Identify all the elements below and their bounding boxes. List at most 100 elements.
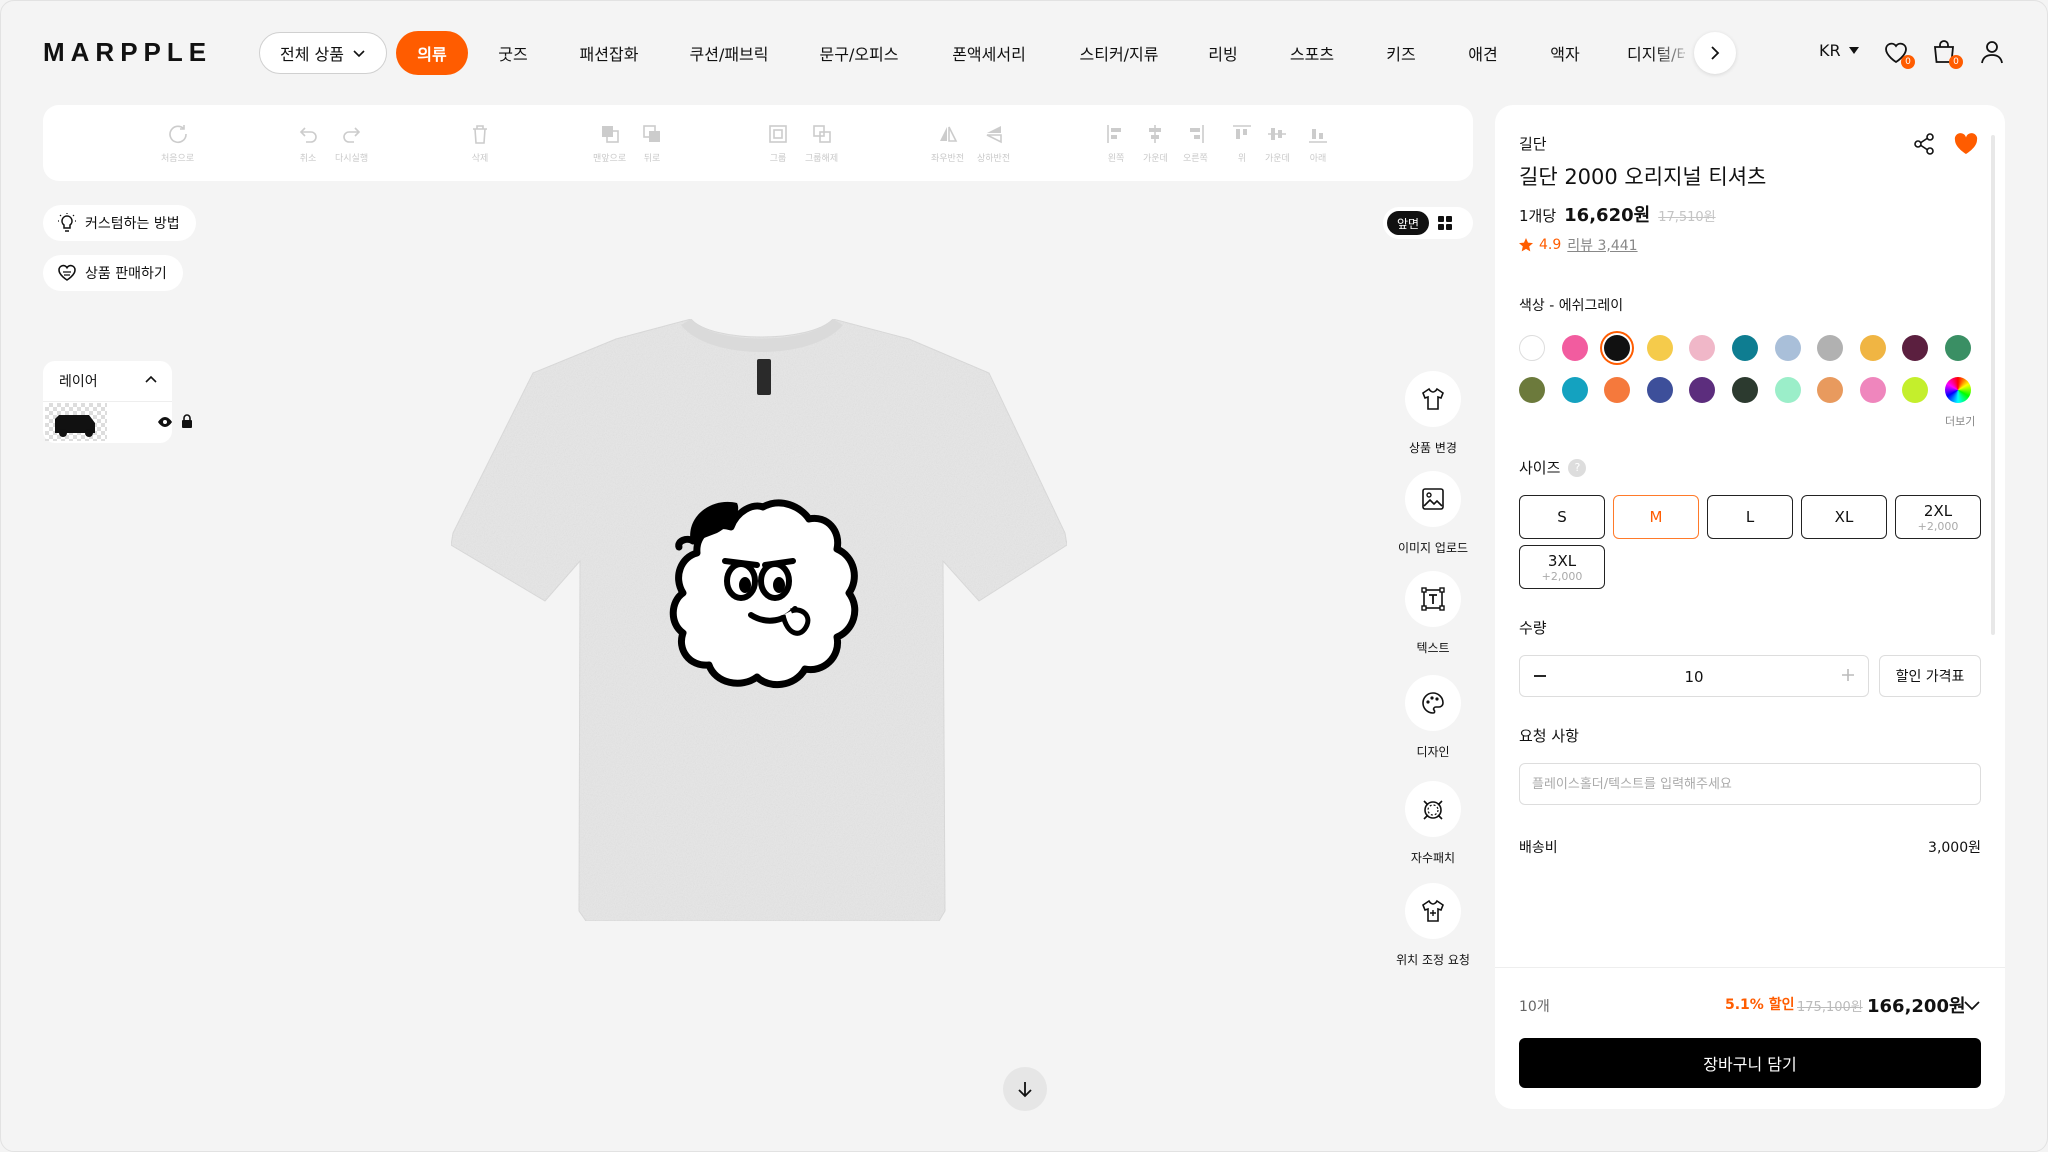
- category-fashion[interactable]: 패션잡화: [569, 31, 649, 75]
- chevron-down-icon[interactable]: [1963, 996, 1981, 1014]
- sell-product-button[interactable]: 상품 판매하기: [43, 255, 183, 291]
- color-swatch[interactable]: [1646, 335, 1673, 361]
- color-swatch[interactable]: [1561, 377, 1588, 403]
- account-button[interactable]: [1977, 37, 2009, 69]
- tshirt-mockup: [450, 318, 1068, 922]
- discount-table-button[interactable]: 할인 가격표: [1879, 655, 1981, 697]
- category-sports[interactable]: 스포츠: [1283, 31, 1341, 75]
- design-canvas[interactable]: [441, 301, 1081, 941]
- cart-button[interactable]: 0: [1929, 37, 1963, 69]
- all-products-button[interactable]: 전체 상품: [259, 32, 387, 74]
- size-option-xl[interactable]: XL: [1801, 495, 1887, 539]
- front-view-button[interactable]: 앞면: [1387, 211, 1430, 235]
- order-summary: 10개 5.1% 할인 175,100원 166,200원 장바구니 담기: [1495, 967, 2005, 1109]
- color-swatch[interactable]: [1646, 377, 1673, 403]
- size-option-l[interactable]: L: [1707, 495, 1793, 539]
- chevron-up-icon[interactable]: [144, 373, 158, 387]
- layer-thumbnail[interactable]: [45, 403, 107, 441]
- color-swatch[interactable]: [1689, 335, 1716, 361]
- wishlist-button[interactable]: 0: [1881, 37, 1915, 69]
- category-pet[interactable]: 애견: [1459, 31, 1507, 75]
- group-tool[interactable]: 그룹: [767, 123, 789, 164]
- reviews-link[interactable]: 리뷰 3,441: [1567, 235, 1637, 255]
- align-left-tool[interactable]: 왼쪽: [1105, 123, 1127, 164]
- quantity-increase-button[interactable]: [1840, 664, 1856, 692]
- eye-icon[interactable]: [157, 416, 173, 428]
- color-swatch[interactable]: [1902, 377, 1929, 403]
- color-swatch[interactable]: [1902, 335, 1929, 361]
- lock-icon[interactable]: [181, 414, 193, 428]
- color-swatch[interactable]: [1604, 335, 1631, 361]
- ungroup-tool[interactable]: 그룹해제: [805, 123, 838, 164]
- color-swatch[interactable]: [1732, 335, 1758, 361]
- color-swatch[interactable]: [1689, 377, 1716, 403]
- character-print: [669, 499, 859, 688]
- scroll-down-button[interactable]: [1003, 1067, 1047, 1111]
- category-living[interactable]: 리빙: [1199, 31, 1247, 75]
- color-swatch[interactable]: [1859, 377, 1886, 403]
- category-frame[interactable]: 액자: [1541, 31, 1589, 75]
- design-tool[interactable]: 디자인: [1405, 675, 1461, 760]
- share-icon[interactable]: [1911, 131, 1937, 157]
- category-stationery[interactable]: 문구/오피스: [809, 31, 909, 75]
- color-swatch[interactable]: [1561, 335, 1588, 361]
- align-top-tool[interactable]: 위: [1231, 123, 1253, 164]
- reset-tool[interactable]: 처음으로: [161, 123, 194, 164]
- change-product-tool[interactable]: 상품 변경: [1405, 371, 1461, 456]
- color-swatch[interactable]: [1519, 335, 1545, 361]
- category-phone[interactable]: 폰액세서리: [939, 31, 1039, 75]
- quantity-value[interactable]: 10: [1520, 668, 1868, 686]
- bring-front-tool[interactable]: 맨앞으로: [593, 123, 626, 164]
- logo[interactable]: MARPPLE: [43, 37, 212, 68]
- original-price: 17,510원: [1658, 210, 1716, 225]
- size-option-m[interactable]: M: [1613, 495, 1699, 539]
- align-center-tool[interactable]: 가운데: [1143, 123, 1168, 164]
- flip-horizontal-tool[interactable]: 좌우반전: [931, 123, 964, 164]
- size-help-icon[interactable]: ?: [1568, 458, 1587, 477]
- color-swatch[interactable]: [1817, 377, 1844, 403]
- heart-filled-icon[interactable]: [1953, 131, 1979, 157]
- category-apparel[interactable]: 의류: [396, 31, 468, 75]
- color-swatch[interactable]: [1817, 335, 1844, 361]
- flip-vertical-label: 상하반전: [977, 154, 1011, 164]
- more-colors-link[interactable]: 더보기: [1945, 413, 1975, 429]
- panel-scrollbar[interactable]: [1991, 135, 1995, 635]
- language-select[interactable]: KR: [1819, 41, 1859, 60]
- embroidery-patch-tool[interactable]: 자수패치: [1405, 781, 1461, 866]
- color-swatch[interactable]: [1945, 335, 1971, 361]
- request-input[interactable]: [1519, 763, 1981, 805]
- color-swatch[interactable]: [1732, 377, 1758, 403]
- position-request-tool[interactable]: 위치 조정 요청: [1396, 883, 1470, 968]
- text-tool[interactable]: 텍스트: [1405, 571, 1461, 656]
- color-swatch[interactable]: [1519, 377, 1545, 403]
- add-to-cart-button[interactable]: 장바구니 담기: [1519, 1038, 1981, 1088]
- category-kids[interactable]: 키즈: [1377, 31, 1425, 75]
- flip-horizontal-label: 좌우반전: [931, 154, 965, 164]
- flip-vertical-tool[interactable]: 상하반전: [977, 123, 1010, 164]
- size-option-label: M: [1649, 508, 1663, 526]
- howto-button[interactable]: 커스텀하는 방법: [43, 205, 196, 241]
- category-cushion[interactable]: 쿠션/패브릭: [679, 31, 779, 75]
- align-middle-tool[interactable]: 가운데: [1265, 123, 1290, 164]
- align-middle-icon: [1268, 128, 1287, 140]
- color-swatch[interactable]: [1774, 377, 1801, 403]
- nav-next-button[interactable]: [1694, 32, 1736, 74]
- redo-tool[interactable]: 다시실행: [335, 123, 368, 164]
- color-swatch[interactable]: [1859, 335, 1886, 361]
- bring-front-label: 맨앞으로: [593, 154, 627, 164]
- size-option-2xl[interactable]: 2XL +2,000: [1895, 495, 1981, 539]
- grid-icon[interactable]: [1437, 215, 1453, 231]
- color-swatch[interactable]: [1945, 377, 1971, 403]
- color-swatch[interactable]: [1774, 335, 1801, 361]
- send-back-tool[interactable]: 뒤로: [641, 123, 663, 164]
- undo-tool[interactable]: 취소: [297, 123, 319, 164]
- color-swatch[interactable]: [1604, 377, 1631, 403]
- category-sticker[interactable]: 스티커/지류: [1069, 31, 1169, 75]
- delete-tool[interactable]: 삭제: [469, 123, 491, 164]
- align-bottom-tool[interactable]: 아래: [1307, 123, 1329, 164]
- image-upload-tool[interactable]: 이미지 업로드: [1398, 471, 1468, 556]
- category-goods[interactable]: 굿즈: [481, 31, 545, 75]
- size-option-3xl[interactable]: 3XL +2,000: [1519, 545, 1605, 589]
- align-right-tool[interactable]: 오른쪽: [1183, 123, 1208, 164]
- size-option-s[interactable]: S: [1519, 495, 1605, 539]
